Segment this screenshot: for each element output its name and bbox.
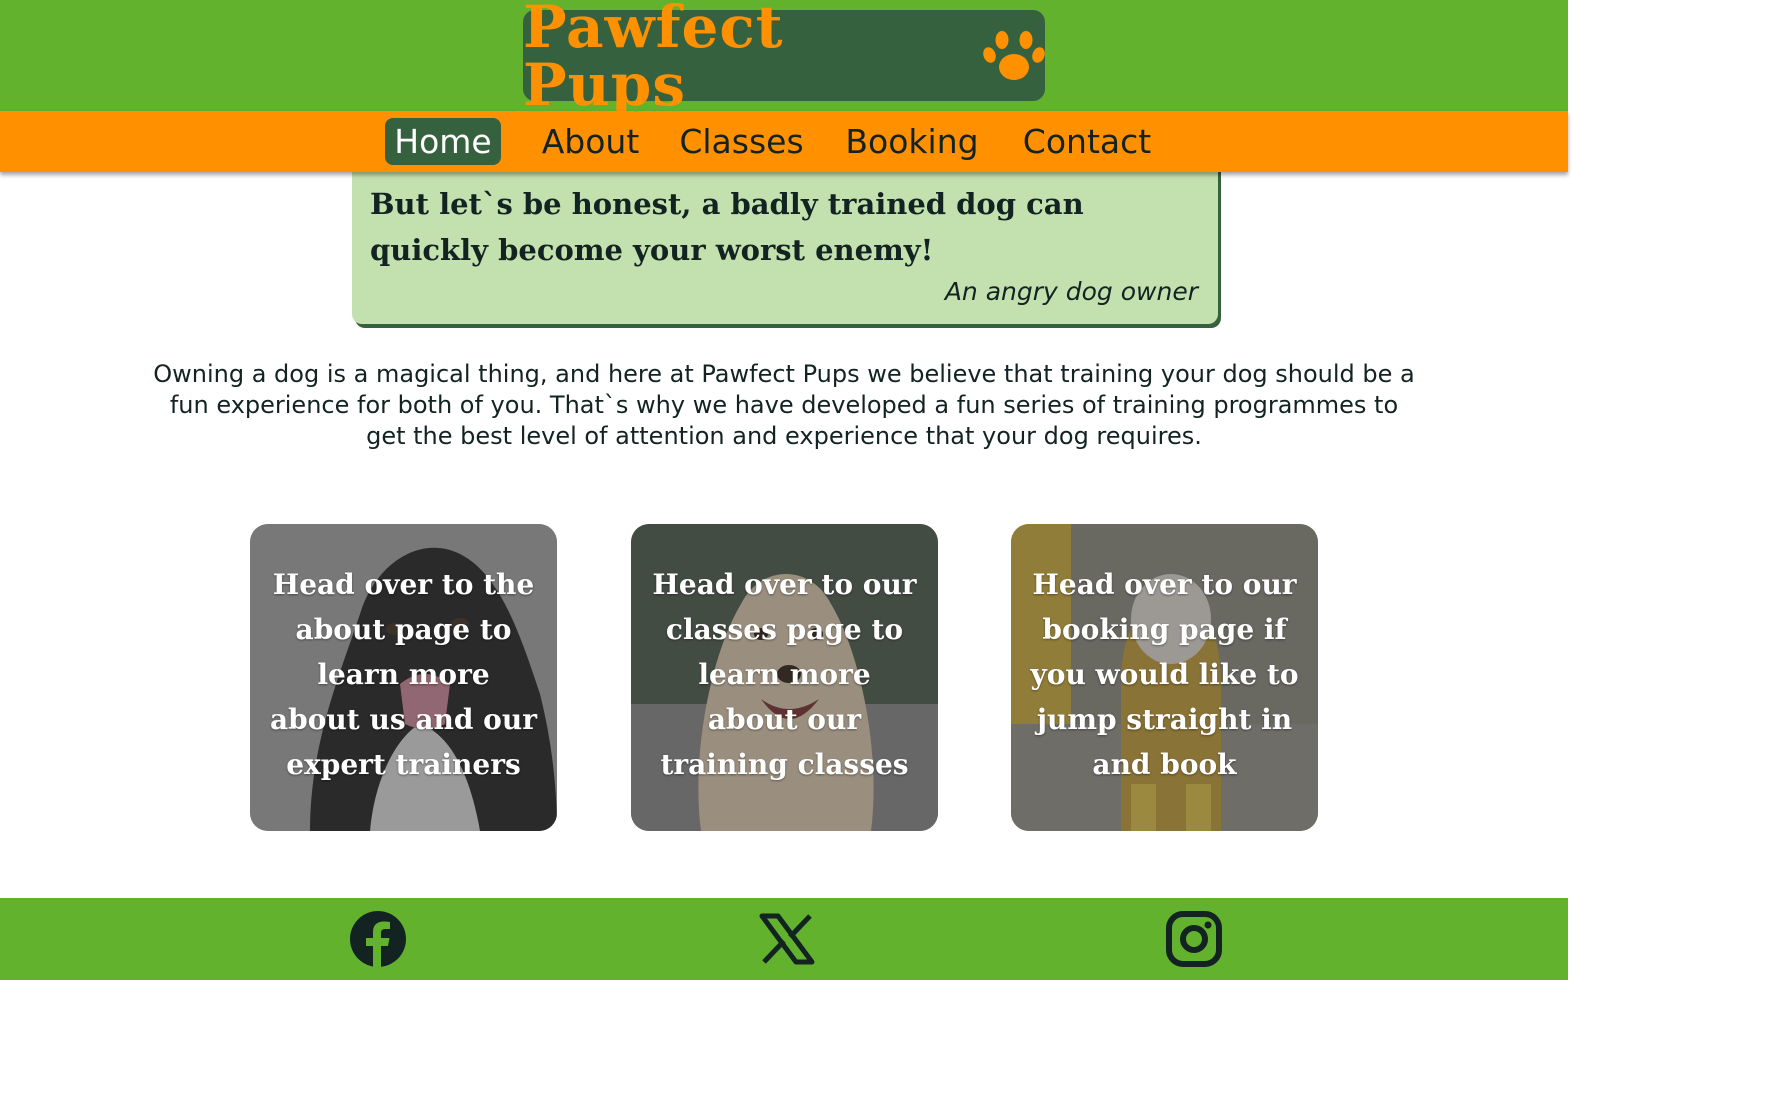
card-text: Head over to our booking page if you wou… bbox=[1030, 568, 1299, 781]
quote-box: But let`s be honest, a badly trained dog… bbox=[352, 165, 1218, 324]
nav-home[interactable]: Home bbox=[385, 118, 501, 165]
instagram-icon[interactable] bbox=[1165, 910, 1223, 968]
logo-text: Pawfect Pups bbox=[523, 0, 784, 119]
quote-text: But let`s be honest, a badly trained dog… bbox=[370, 187, 1084, 267]
card-text: Head over to the about page to learn mor… bbox=[270, 568, 537, 781]
paw-icon bbox=[983, 28, 1045, 84]
card-text: Head over to our classes page to learn m… bbox=[652, 568, 917, 781]
about-card[interactable]: Head over to the about page to learn mor… bbox=[250, 524, 557, 831]
site-header: Pawfect Pups bbox=[0, 0, 1568, 114]
intro-text: Owning a dog is a magical thing, and her… bbox=[153, 360, 1415, 450]
logo[interactable]: Pawfect Pups bbox=[523, 0, 1045, 114]
facebook-icon[interactable] bbox=[349, 910, 407, 968]
main-nav: Home About Classes Booking Contact bbox=[0, 111, 1568, 172]
nav-contact[interactable]: Contact bbox=[1013, 118, 1161, 165]
page: Pawfect Pups Home About Classes Booking … bbox=[0, 0, 1568, 980]
nav-booking[interactable]: Booking bbox=[836, 118, 988, 165]
x-icon[interactable] bbox=[758, 910, 816, 968]
nav-about[interactable]: About bbox=[533, 118, 648, 165]
classes-card[interactable]: Head over to our classes page to learn m… bbox=[631, 524, 938, 831]
quote-author: An angry dog owner bbox=[944, 277, 1198, 306]
booking-card[interactable]: Head over to our booking page if you wou… bbox=[1011, 524, 1318, 831]
nav-classes[interactable]: Classes bbox=[673, 118, 810, 165]
site-footer bbox=[0, 898, 1568, 980]
